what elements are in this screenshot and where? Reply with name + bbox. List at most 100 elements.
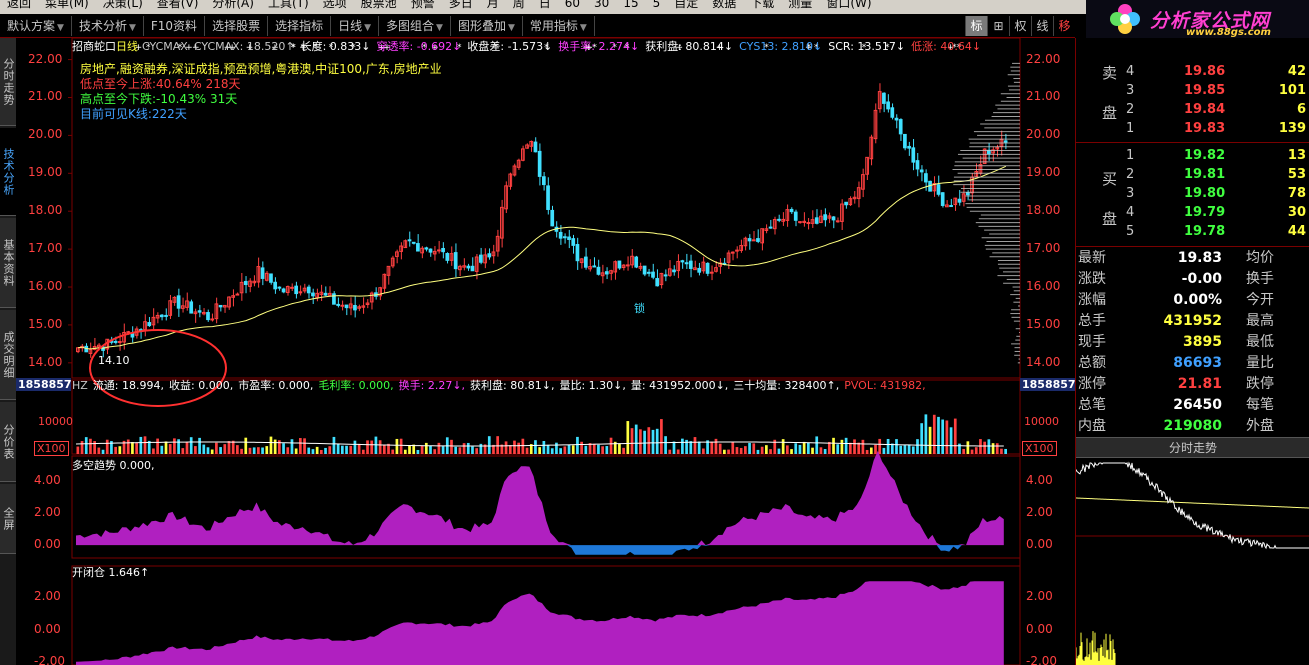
quote-label: 内盘	[1078, 418, 1106, 434]
menu-item[interactable]: 60	[558, 0, 587, 14]
volume-bar	[328, 446, 332, 454]
mini-chart-title[interactable]: 分时走势	[1076, 437, 1309, 458]
orderbook-row[interactable]: 3 19.85 101	[1076, 81, 1309, 100]
menu-item[interactable]: 周	[506, 0, 532, 14]
left-tab-4[interactable]: 分价表	[0, 402, 16, 482]
toolbar-3[interactable]: F10资料	[144, 15, 206, 36]
volume-bar	[664, 436, 667, 454]
volume-bar	[105, 439, 109, 454]
quote-row: 内盘 219080 外盘	[1076, 416, 1309, 437]
axis-tick-label: 15.00	[1026, 316, 1061, 331]
menu-item[interactable]: 月	[480, 0, 506, 14]
menu-item[interactable]: 多日	[442, 0, 480, 14]
volume-bar	[269, 436, 273, 454]
axis-tick-label: 22.00	[28, 51, 63, 66]
orderbook-row[interactable]: 1 19.82 13	[1076, 146, 1309, 165]
left-tab-3[interactable]: 成交明细	[0, 310, 16, 400]
chart-period[interactable]: 日线	[116, 40, 138, 53]
menu-item[interactable]: 测量	[781, 0, 819, 14]
candle-body	[768, 226, 773, 229]
low-price-label: 14.10	[98, 354, 130, 367]
toolbar-4[interactable]: 选择股票	[205, 15, 269, 36]
candle-body	[915, 160, 920, 170]
menu-item[interactable]: 下载	[743, 0, 781, 14]
menu-item[interactable]: 工具(T)	[261, 0, 316, 14]
candle-body	[218, 304, 223, 308]
menu-item[interactable]: 预警	[404, 0, 442, 14]
candle-body	[487, 253, 492, 258]
menu-item[interactable]: 自定	[667, 0, 705, 14]
volume-bar	[903, 445, 907, 454]
toolbar-1[interactable]: 默认方案 ▼	[0, 15, 72, 36]
volume-bar	[525, 447, 529, 454]
menu-item[interactable]: 分析(A)	[205, 0, 261, 14]
toolbar-right-0[interactable]: 标	[965, 16, 987, 36]
menu-item[interactable]: 日	[532, 0, 558, 14]
menu-item[interactable]: 30	[587, 0, 616, 14]
ob-level: 3	[1126, 186, 1135, 201]
candle-body	[353, 305, 357, 311]
quote-label-2: 跌停	[1246, 376, 1274, 392]
volume-bar	[185, 441, 189, 454]
left-tab-1[interactable]: 技术分析	[0, 128, 16, 216]
candle-body	[176, 295, 181, 309]
volume-bar	[941, 419, 945, 454]
toolbar-right-3[interactable]: 线	[1031, 16, 1053, 36]
menu-item[interactable]: 查看(V)	[150, 0, 206, 14]
indicator-value: CYCMAX	[142, 40, 188, 53]
volume-bars	[76, 414, 1007, 454]
volume-bar	[869, 447, 873, 454]
ob-volume: 6	[1296, 102, 1306, 117]
orderbook-divider	[1076, 142, 1309, 143]
quote-label: 涨跌	[1078, 271, 1106, 287]
volume-bar	[168, 444, 172, 454]
volume-bar	[592, 443, 596, 454]
ob-volume: 44	[1287, 224, 1306, 239]
quote-panel: 4 19.86 42 3 19.85 101 2 19.84 6 1 19.83 139 1 19.82 1…	[1075, 38, 1309, 665]
volume-bar	[639, 429, 642, 454]
candle-body	[756, 238, 760, 242]
toolbar-5[interactable]: 选择指标	[268, 15, 332, 36]
toolbar-7[interactable]: 多图组合 ▼	[379, 15, 451, 36]
axis-tick-label: 2.00	[34, 589, 61, 604]
chart-canvas[interactable]: + * + + *++ ++ *+ ** *** ** * +++* + * ++* *+ ** ++ *+ ** * *	[16, 38, 1075, 665]
toolbar-2[interactable]: 技术分析 ▼	[72, 15, 144, 36]
vol-indicator: 三十均量: 328400↑,	[733, 379, 840, 392]
menu-item[interactable]: 数据	[705, 0, 743, 14]
volume-bar	[189, 437, 193, 454]
quote-label: 现手	[1078, 334, 1106, 350]
volume-bar	[836, 444, 840, 454]
toolbar-right-4[interactable]: 移	[1053, 16, 1075, 36]
volume-bar	[513, 440, 516, 454]
volume-bar	[315, 446, 319, 454]
mini-intraday-chart[interactable]	[1076, 458, 1309, 665]
candle-body	[147, 322, 152, 327]
toolbar-6[interactable]: 日线 ▼	[331, 15, 380, 36]
left-tab-2[interactable]: 基本资料	[0, 218, 16, 308]
volume-bar	[399, 438, 403, 454]
menu-item[interactable]: 5	[646, 0, 668, 14]
left-tab-5[interactable]: 全屏	[0, 484, 16, 554]
toolbar-9[interactable]: 常用指标 ▼	[523, 15, 595, 36]
ob-level: 2	[1126, 102, 1135, 117]
left-tab-0[interactable]: 分时走势	[0, 38, 16, 126]
menu-item[interactable]: 选项	[316, 0, 354, 14]
volume-bar	[958, 443, 961, 454]
vol-tick-right: 10000	[1024, 415, 1059, 428]
indicator-value: CYS13: 2.810↓	[739, 40, 823, 53]
ob-volume: 101	[1278, 83, 1306, 98]
chart-area[interactable]: + * + + * + + + + * + * * * * * * * * + + + * + * + + * * + * * + + * + * * * *…	[16, 38, 1076, 665]
menu-item[interactable]: 窗口(W)	[819, 0, 878, 14]
menu-item[interactable]: 返回	[0, 0, 38, 14]
menu-item[interactable]: 决策(L)	[96, 0, 150, 14]
toolbar-right-2[interactable]: 权	[1009, 16, 1031, 36]
menu-item[interactable]: 15	[616, 0, 645, 14]
candle-body	[277, 286, 282, 289]
candle-body	[159, 314, 164, 318]
menu-item[interactable]: 菜单(M)	[38, 0, 96, 14]
volume-bar	[752, 443, 756, 454]
toolbar-8[interactable]: 图形叠加 ▼	[451, 15, 523, 36]
candle-body	[903, 133, 907, 149]
toolbar-right-1[interactable]: ⊞	[987, 16, 1009, 36]
menu-item[interactable]: 股票池	[354, 0, 404, 14]
